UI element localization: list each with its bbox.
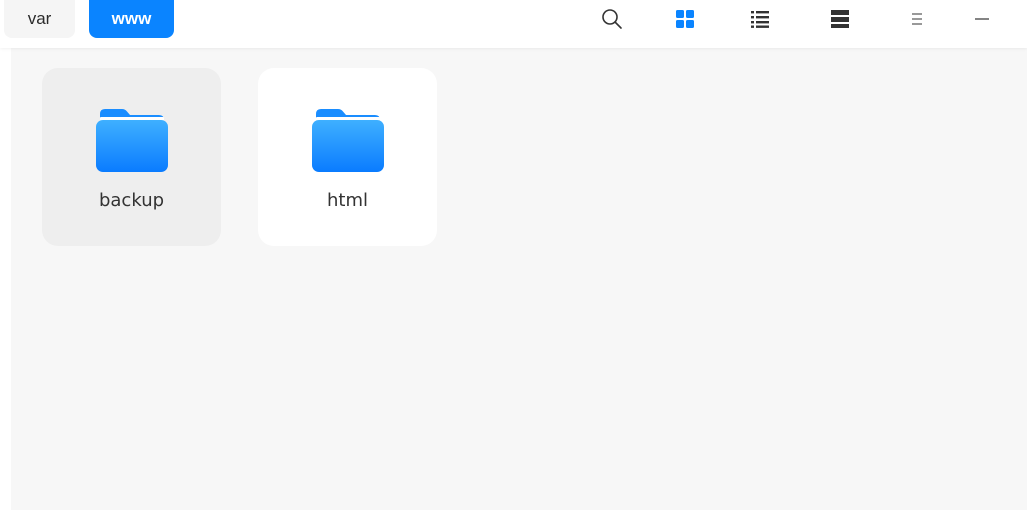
folder-name: html [326, 190, 368, 211]
list-view-button[interactable] [744, 4, 776, 34]
search-icon [602, 9, 622, 29]
breadcrumb-item-www[interactable]: www [89, 0, 174, 38]
breadcrumb-item-var[interactable]: var [4, 0, 75, 38]
grid-view-button[interactable] [669, 4, 701, 34]
tree-view-icon [831, 10, 849, 28]
minimize-button[interactable] [966, 4, 998, 34]
search-button[interactable] [596, 4, 628, 34]
list-view-icon [751, 11, 769, 28]
title-bar: var www [0, 0, 1027, 48]
menu-button[interactable] [901, 4, 933, 34]
minimize-icon [975, 18, 989, 20]
folder-item-html[interactable]: html [258, 68, 437, 246]
folder-item-backup[interactable]: backup [42, 68, 221, 246]
menu-icon [912, 13, 922, 25]
file-manager-window: var www backup html [0, 0, 1027, 510]
file-grid: backup html [11, 48, 1027, 510]
folder-name: backup [98, 190, 165, 211]
tree-view-button[interactable] [824, 4, 856, 34]
folder-icon [95, 109, 168, 172]
folder-icon [311, 109, 384, 172]
grid-view-icon [676, 10, 694, 28]
